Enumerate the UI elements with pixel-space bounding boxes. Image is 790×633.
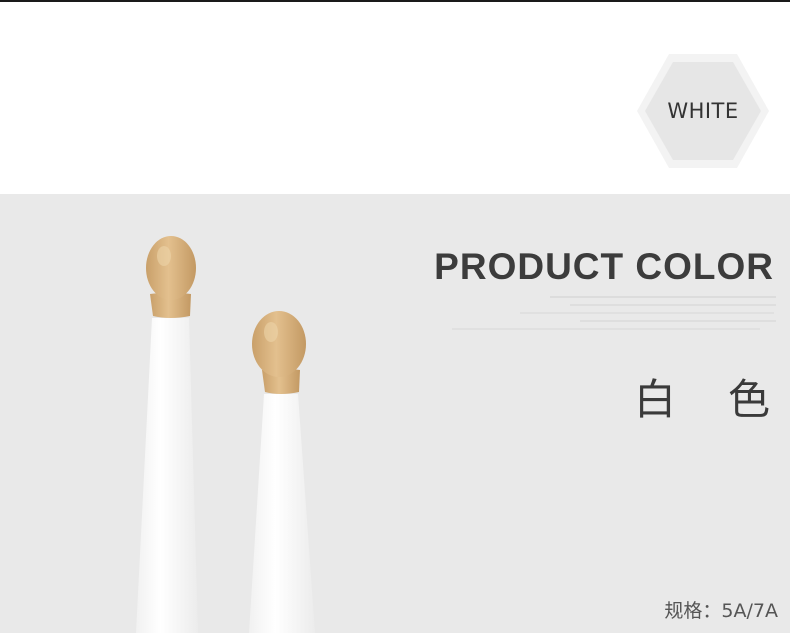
spec-text: 规格：5A/7A xyxy=(664,600,778,622)
section-heading: PRODUCT COLOR xyxy=(434,246,774,287)
drumsticks-image xyxy=(136,236,315,633)
color-name: 白色 xyxy=(633,375,770,424)
color-badge: WHITE xyxy=(636,52,770,170)
drumstick-left xyxy=(136,236,198,633)
decorative-lines xyxy=(452,296,776,330)
product-color-section: PRODUCT COLOR 白色 规格：5A/7A xyxy=(0,194,790,633)
drumstick-right xyxy=(249,311,315,633)
top-divider xyxy=(0,0,790,2)
top-banner: WHITE xyxy=(0,0,790,194)
badge-label: WHITE xyxy=(667,99,739,123)
